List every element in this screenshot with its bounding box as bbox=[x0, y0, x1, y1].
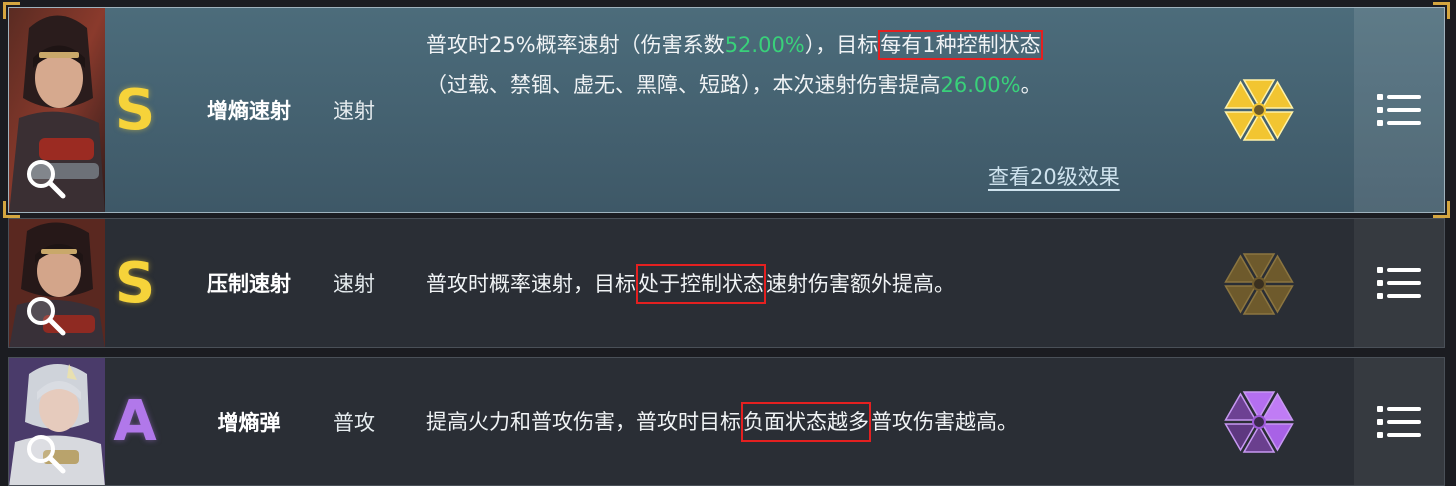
list-menu-button[interactable] bbox=[1354, 358, 1444, 485]
skill-name: 增熵速射 bbox=[207, 99, 291, 123]
corner-bracket bbox=[1433, 2, 1450, 19]
list-menu-icon bbox=[1377, 405, 1421, 438]
skill-row-1[interactable]: S 增熵速射 速射 普攻时25%概率速射（伤害系数52.00%），目标每有1种控… bbox=[3, 2, 1450, 218]
skill-type: 速射 bbox=[333, 272, 375, 296]
hex-badge-gold-icon bbox=[1217, 68, 1301, 156]
skill-name: 压制速射 bbox=[207, 272, 291, 296]
skill-description: 提高火力和普攻伤害，普攻时目标负面状态越多普攻伤害越高。 bbox=[426, 402, 1018, 442]
highlight-box: 处于控制状态 bbox=[636, 264, 766, 304]
magnify-icon[interactable] bbox=[23, 431, 67, 479]
corner-bracket bbox=[3, 201, 20, 218]
highlight-box: 负面状态越多 bbox=[741, 402, 871, 442]
grade-badge: S bbox=[114, 250, 156, 316]
skill-description: 普攻时25%概率速射（伤害系数52.00%），目标每有1种控制状态 （过载、禁锢… bbox=[426, 25, 1043, 105]
skill-row-2[interactable]: S 压制速射 速射 普攻时概率速射，目标处于控制状态速射伤害额外提高。 bbox=[8, 218, 1445, 348]
character-portrait[interactable] bbox=[9, 8, 105, 212]
skill-type: 速射 bbox=[333, 99, 375, 123]
corner-bracket bbox=[3, 2, 20, 19]
list-menu-button[interactable] bbox=[1354, 8, 1444, 212]
highlight-box: 每有1种控制状态 bbox=[878, 30, 1043, 60]
description-line-2: （过载、禁锢、虚无、黑障、短路），本次速射伤害提高26.00%。 bbox=[426, 73, 1042, 97]
damage-increase-value: 26.00% bbox=[940, 73, 1021, 97]
description-line-1: 普攻时25%概率速射（伤害系数52.00%），目标每有1种控制状态 bbox=[426, 25, 1043, 65]
skill-name: 增熵弹 bbox=[217, 410, 281, 435]
list-menu-icon bbox=[1377, 94, 1421, 126]
skill-row-3[interactable]: A 增熵弹 普攻 提高火力和普攻伤害，普攻时目标负面状态越多普攻伤害越高。 bbox=[8, 357, 1445, 486]
hex-badge-dim-gold-icon bbox=[1217, 242, 1301, 330]
magnify-icon[interactable] bbox=[23, 156, 67, 204]
grade-badge: A bbox=[113, 389, 157, 454]
grade-badge: S bbox=[114, 77, 156, 143]
list-menu-icon bbox=[1377, 267, 1421, 299]
character-portrait[interactable] bbox=[9, 219, 105, 347]
view-level-20-link[interactable]: 查看20级效果 bbox=[988, 161, 1120, 191]
character-portrait[interactable] bbox=[9, 358, 105, 485]
hex-badge-purple-icon bbox=[1217, 380, 1301, 468]
damage-coefficient-value: 52.00% bbox=[724, 33, 805, 57]
corner-bracket bbox=[1433, 201, 1450, 218]
skill-description: 普攻时概率速射，目标处于控制状态速射伤害额外提高。 bbox=[426, 264, 955, 304]
skill-type: 普攻 bbox=[333, 410, 375, 435]
magnify-icon[interactable] bbox=[23, 293, 67, 341]
list-menu-button[interactable] bbox=[1354, 219, 1444, 347]
